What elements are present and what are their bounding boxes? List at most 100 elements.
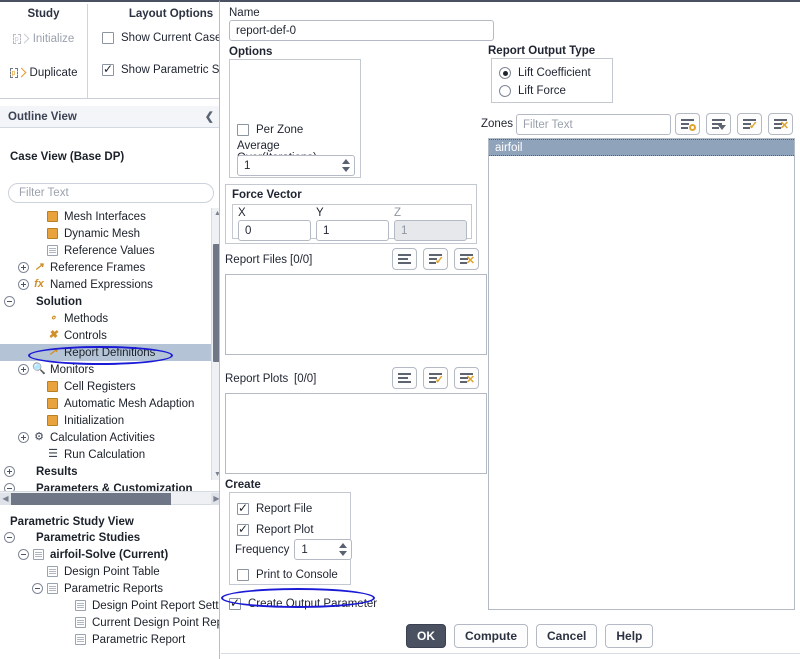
list-report-plots-icon[interactable] [392,367,417,389]
report-files-label: Report Files [225,254,287,266]
lift-force-label: Lift Force [518,85,566,97]
options-title: Options [229,46,273,58]
tree-item-initialization[interactable]: Initialization [0,412,222,429]
checkbox-per-zone[interactable]: Per Zone [237,118,303,142]
tree-item-design-point-table[interactable]: Design Point Table [0,563,222,580]
show-current-case-panel-checkbox[interactable] [102,32,114,44]
print-to-console-checkbox[interactable] [237,569,249,581]
case-view-filter-input[interactable]: Filter Text [8,183,214,203]
average-over-spinner[interactable]: 1 [237,155,355,176]
controls-icon: ✖ [48,329,58,341]
deselect-all-report-files-icon[interactable]: ✕ [454,248,479,270]
tree-expand-toggle[interactable] [18,432,29,443]
report-plot-checkbox[interactable] [237,522,249,536]
lift-coefficient-radio[interactable] [499,67,511,79]
case-tree-hscroll-thumb[interactable] [11,493,171,505]
tree-item-dynamic-mesh[interactable]: Dynamic Mesh [0,225,222,242]
ok-button[interactable]: OK [406,624,446,648]
tree-collapse-toggle[interactable] [4,532,15,543]
tree-collapse-toggle[interactable] [32,583,43,594]
tree-toggle-spacer [32,313,43,324]
tree-item-reference-frames[interactable]: ↗ Reference Frames [0,259,222,276]
checkbox-print-to-console[interactable]: Print to Console [237,563,338,587]
chevron-left-icon[interactable]: ❮ [205,110,214,123]
tree-item-label: Dynamic Mesh [64,227,141,240]
average-over-decrement-icon[interactable] [342,167,350,172]
tree-item-monitors[interactable]: 🔍 Monitors [0,361,222,378]
frequency-decrement-icon[interactable] [339,551,348,556]
parametric-study-view-title: Parametric Study View [10,516,134,528]
tree-item-methods[interactable]: ∘ Methods [0,310,222,327]
tree-item-run-calculation[interactable]: ☰ Run Calculation [0,446,222,463]
tree-item-parametric-studies[interactable]: Parametric Studies [0,529,222,546]
case-view-tree[interactable]: Mesh Interfaces Dynamic Mesh Reference Val… [0,208,222,493]
report-plots-list[interactable] [225,393,487,474]
cancel-button[interactable]: Cancel [536,624,598,648]
tree-item-label: Parametric Reports [64,582,164,595]
tree-item-report-definitions[interactable]: ↗ Report Definitions [0,344,222,361]
frequency-increment-icon[interactable] [339,543,348,548]
select-all-report-plots-icon[interactable]: ✓ [423,367,448,389]
frequency-row: Frequency 1 [235,539,353,560]
tree-toggle-spacer [32,347,43,358]
create-output-parameter-checkbox[interactable] [229,596,241,610]
lift-coefficient-label: Lift Coefficient [518,67,591,79]
highlight-zones-icon[interactable] [675,113,700,135]
show-parametric-study-panel-checkbox[interactable] [102,62,114,76]
ribbon-group-study: Study p Initialize p Duplicate [0,4,88,98]
tree-collapse-toggle[interactable] [18,549,29,560]
tree-item-reference-values[interactable]: Reference Values [0,242,222,259]
tree-item-parametric-report[interactable]: Parametric Report [0,631,222,648]
checkbox-create-output-parameter[interactable]: Create Output Parameter [229,592,377,616]
frequency-spinner[interactable]: 1 [294,539,353,560]
tree-item-cell-registers[interactable]: Cell Registers [0,378,222,395]
tree-item-mesh-interfaces[interactable]: Mesh Interfaces [0,208,222,225]
zones-list[interactable]: airfoil [488,138,795,610]
tree-expand-toggle[interactable] [18,279,29,290]
lift-force-radio[interactable] [499,85,511,97]
zone-filter-dropdown-icon[interactable] [706,113,731,135]
report-output-type-title: Report Output Type [488,45,596,57]
tree-item-solution[interactable]: Solution [0,293,222,310]
tree-item-calculation-activities[interactable]: ⚙ Calculation Activities [0,429,222,446]
force-vector-group: Force Vector X Y Z 0 1 1 [225,184,477,244]
tree-expand-toggle[interactable] [4,466,15,477]
case-tree-hscrollbar[interactable]: ◀ ▶ [0,491,222,505]
radio-lift-force[interactable]: Lift Force [499,82,566,100]
scroll-left-icon[interactable]: ◀ [0,493,11,505]
tree-item-current-design-point-report[interactable]: Current Design Point Report [0,614,222,631]
report-files-list[interactable] [225,274,487,355]
tree-expand-toggle[interactable] [18,364,29,375]
tree-item-results[interactable]: Results [0,463,222,480]
tree-item-parametric-reports[interactable]: Parametric Reports [0,580,222,597]
zones-list-item-airfoil[interactable]: airfoil [489,139,794,156]
select-all-report-files-icon[interactable]: ✓ [423,248,448,270]
parametric-study-tree[interactable]: Parametric Studies airfoil-Solve (Current… [0,529,222,659]
radio-lift-coefficient[interactable]: Lift Coefficient [499,64,591,82]
tree-item-design-point-report-settings[interactable]: Design Point Report Settings [0,597,222,614]
parametric-reports-icon [46,582,60,595]
deselect-all-report-plots-icon[interactable]: ✕ [454,367,479,389]
zones-filter-input[interactable]: Filter Text [516,114,671,135]
force-vector-y-input[interactable]: 1 [316,220,389,241]
ribbon-button-initialize[interactable]: p Initialize [10,26,78,52]
report-file-label: Report File [256,503,313,515]
tree-item-airfoil-solve-current[interactable]: airfoil-Solve (Current) [0,546,222,563]
force-vector-x-input[interactable]: 0 [238,220,311,241]
report-file-checkbox[interactable] [237,501,249,515]
list-report-files-icon[interactable] [392,248,417,270]
help-button[interactable]: Help [605,624,654,648]
name-input[interactable]: report-def-0 [229,20,494,41]
tree-item-automatic-mesh-adaption[interactable]: Automatic Mesh Adaption [0,395,222,412]
deselect-all-zones-icon[interactable]: ✕ [768,113,793,135]
force-vector-z-label: Z [394,207,402,219]
tree-item-controls[interactable]: ✖ Controls [0,327,222,344]
compute-button[interactable]: Compute [454,624,528,648]
average-over-increment-icon[interactable] [342,159,350,164]
tree-item-named-expressions[interactable]: fx Named Expressions [0,276,222,293]
tree-collapse-toggle[interactable] [4,296,15,307]
ribbon-button-duplicate[interactable]: p Duplicate [7,60,81,86]
select-all-zones-icon[interactable]: ✓ [737,113,762,135]
per-zone-checkbox[interactable] [237,124,249,136]
tree-expand-toggle[interactable] [18,262,29,273]
